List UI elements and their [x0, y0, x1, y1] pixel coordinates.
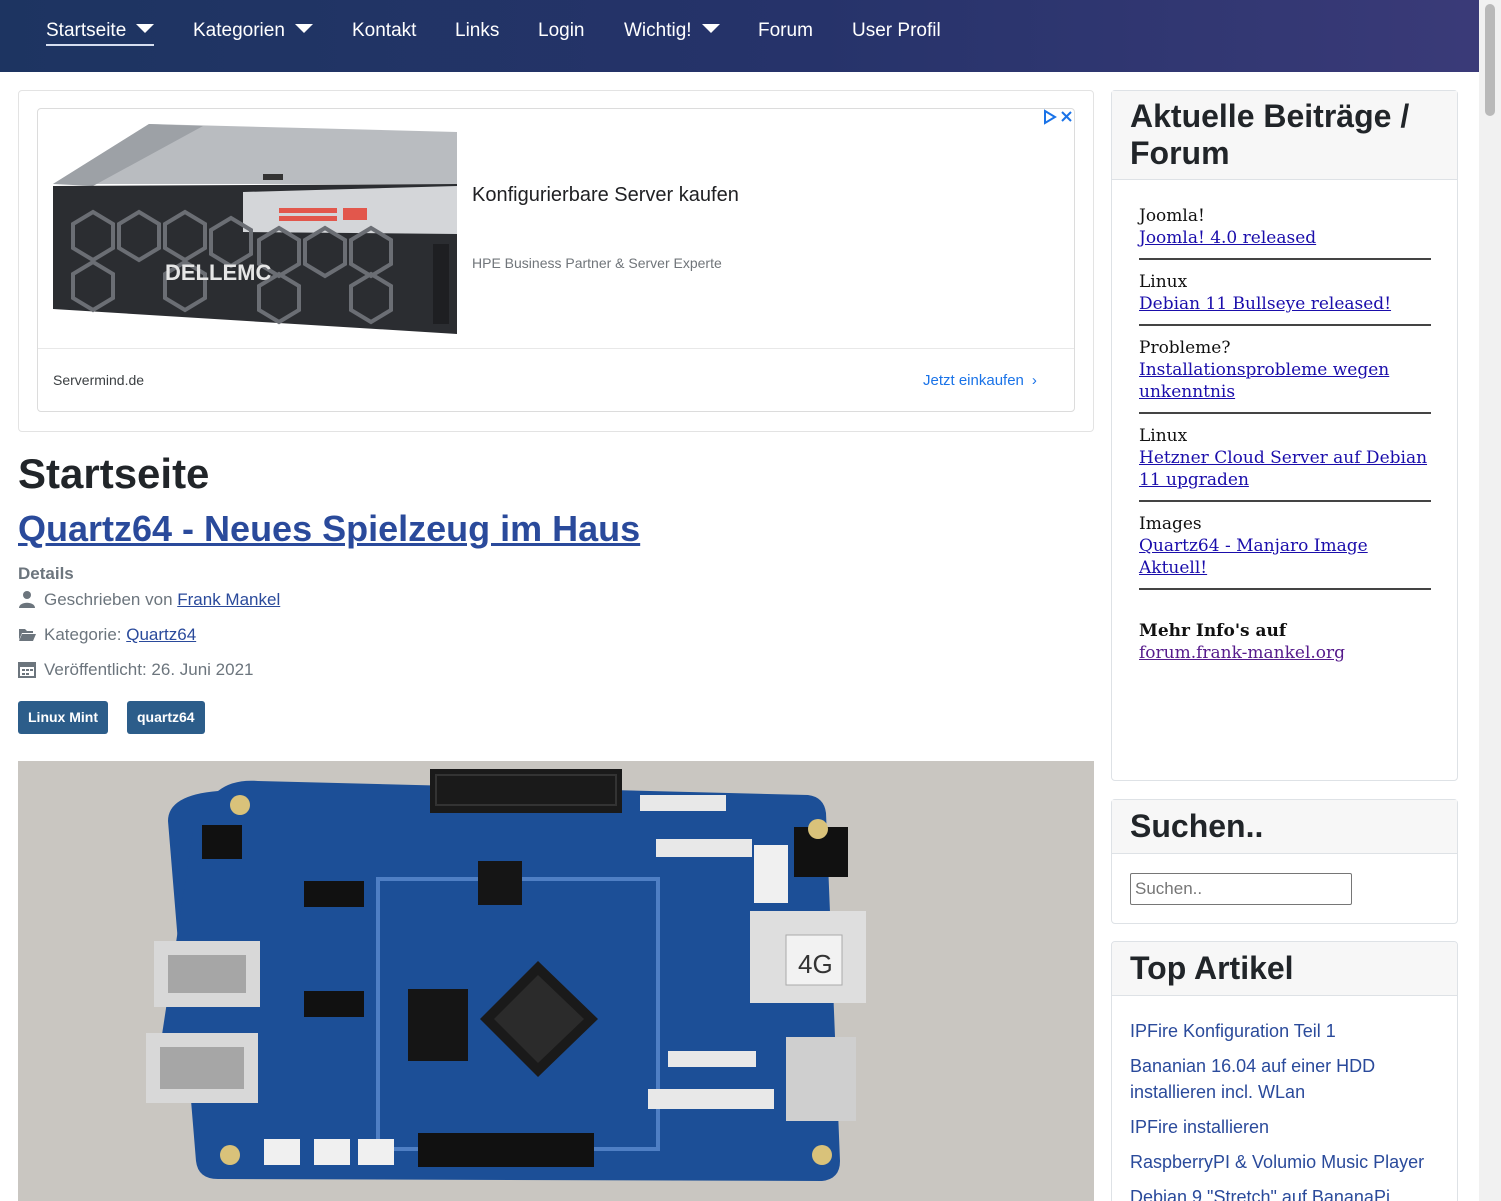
category-link[interactable]: Quartz64 — [126, 625, 196, 644]
top-article-link[interactable]: IPFire installieren — [1130, 1114, 1430, 1140]
nav-item-wichtig[interactable]: Wichtig! — [624, 18, 720, 44]
nav-item-startseite[interactable]: Startseite — [46, 18, 155, 46]
top-article-link[interactable]: Bananian 16.04 auf einer HDD installiere… — [1130, 1053, 1430, 1105]
nav-item-kontakt[interactable]: Kontakt — [352, 18, 416, 44]
published-meta: Veröffentlicht: 26. Juni 2021 — [18, 660, 254, 680]
nav-item-label: Kontakt — [352, 20, 417, 41]
search-card: Suchen.. — [1111, 799, 1458, 924]
chevron-down-icon — [701, 24, 720, 34]
board-label-4g: 4G — [798, 949, 833, 979]
nav-item-label: User Profil — [852, 20, 941, 41]
nav-item-links[interactable]: Links — [455, 18, 499, 44]
chevron-down-icon — [294, 24, 313, 34]
nav-item-label: Startseite — [46, 20, 127, 41]
tag-linux-mint[interactable]: Linux Mint — [18, 701, 108, 734]
ad-title[interactable]: Konfigurierbare Server kaufen — [472, 184, 739, 207]
forum-post-link[interactable]: Hetzner Cloud Server auf Debian 11 upgra… — [1139, 448, 1427, 490]
page-title: Startseite — [18, 450, 210, 497]
forum-post: Joomla! Joomla! 4.0 released — [1139, 205, 1431, 260]
ad-server-image[interactable]: DELLEMC — [53, 124, 457, 334]
forum-card-title: Aktuelle Beiträge / Forum — [1112, 91, 1457, 180]
ad-subtitle[interactable]: HPE Business Partner & Server Experte — [472, 255, 722, 271]
ad-image-brand: DELLEMC — [165, 260, 271, 285]
forum-more-link[interactable]: forum.frank-mankel.org — [1139, 643, 1345, 663]
forum-post-link[interactable]: Installationsprobleme wegen unkenntnis — [1139, 360, 1389, 402]
details-label: Details — [18, 564, 74, 583]
forum-post: Images Quartz64 - Manjaro Image Aktuell! — [1139, 513, 1431, 590]
nav-item-label: Login — [538, 20, 585, 41]
forum-post: Probleme? Installationsprobleme wegen un… — [1139, 337, 1431, 414]
folder-open-icon — [19, 629, 36, 641]
top-article-link[interactable]: Debian 9 "Stretch" auf BananaPi — [1130, 1184, 1430, 1201]
chevron-down-icon — [136, 24, 155, 34]
forum-post-link[interactable]: Debian 11 Bullseye released! — [1139, 294, 1391, 314]
top-navigation: Startseite Kategorien Kontakt Links Logi… — [0, 0, 1479, 72]
article-title-link[interactable]: Quartz64 - Neues Spielzeug im Haus — [18, 508, 640, 550]
nav-item-login[interactable]: Login — [538, 18, 585, 44]
nav-item-label: Forum — [758, 20, 813, 41]
category-meta: Kategorie: Quartz64 — [18, 625, 196, 645]
ad-divider — [38, 348, 1074, 349]
adchoices-icon[interactable] — [1041, 108, 1075, 126]
top-articles-card: Top Artikel IPFire Konfiguration Teil 1 … — [1111, 941, 1458, 1201]
top-articles-title: Top Artikel — [1112, 942, 1457, 996]
tag-quartz64[interactable]: quartz64 — [127, 701, 205, 734]
forum-more-label: Mehr Info's auf — [1139, 621, 1287, 641]
top-article-link[interactable]: RaspberryPI & Volumio Music Player — [1130, 1149, 1430, 1175]
forum-post: Linux Debian 11 Bullseye released! — [1139, 271, 1431, 326]
page-scrollbar[interactable] — [1479, 0, 1501, 1201]
calendar-icon — [18, 662, 36, 678]
article-image-quartz64-board[interactable]: 4G — [18, 761, 1094, 1201]
nav-item-user-profil[interactable]: User Profil — [852, 18, 941, 44]
ad-cta-button[interactable]: Jetzt einkaufen › — [923, 372, 1037, 389]
forum-post-category: Probleme? — [1139, 338, 1231, 358]
user-icon — [19, 591, 35, 608]
forum-card: Aktuelle Beiträge / Forum Joomla! Joomla… — [1111, 90, 1458, 781]
nav-item-kategorien[interactable]: Kategorien — [193, 18, 313, 44]
ad-cta-label: Jetzt einkaufen — [923, 372, 1024, 389]
forum-post-category: Images — [1139, 514, 1202, 534]
nav-item-label: Kategorien — [193, 20, 285, 41]
forum-post-link[interactable]: Joomla! 4.0 released — [1139, 228, 1316, 248]
forum-post-category: Linux — [1139, 426, 1188, 446]
published-date: Veröffentlicht: 26. Juni 2021 — [44, 660, 254, 679]
chevron-right-icon: › — [1031, 372, 1037, 389]
author-link[interactable]: Frank Mankel — [177, 590, 280, 609]
nav-item-forum[interactable]: Forum — [758, 18, 813, 44]
scrollbar-thumb[interactable] — [1485, 4, 1495, 116]
top-articles-list: IPFire Konfiguration Teil 1 Bananian 16.… — [1130, 1018, 1430, 1201]
author-meta: Geschrieben von Frank Mankel — [18, 590, 280, 610]
forum-post-link[interactable]: Quartz64 - Manjaro Image Aktuell! — [1139, 536, 1368, 578]
forum-post-category: Joomla! — [1139, 206, 1205, 226]
search-input[interactable] — [1130, 873, 1352, 905]
author-prefix: Geschrieben von — [44, 590, 178, 609]
search-card-title: Suchen.. — [1112, 800, 1457, 854]
nav-item-label: Wichtig! — [624, 20, 692, 41]
category-prefix: Kategorie: — [44, 625, 127, 644]
nav-item-label: Links — [455, 20, 500, 41]
ad-domain[interactable]: Servermind.de — [53, 372, 144, 388]
forum-post-list: Joomla! Joomla! 4.0 released Linux Debia… — [1139, 205, 1431, 664]
forum-post-category: Linux — [1139, 272, 1188, 292]
forum-more-info: Mehr Info's auf forum.frank-mankel.org — [1139, 620, 1431, 664]
top-article-link[interactable]: IPFire Konfiguration Teil 1 — [1130, 1018, 1430, 1044]
forum-post: Linux Hetzner Cloud Server auf Debian 11… — [1139, 425, 1431, 502]
